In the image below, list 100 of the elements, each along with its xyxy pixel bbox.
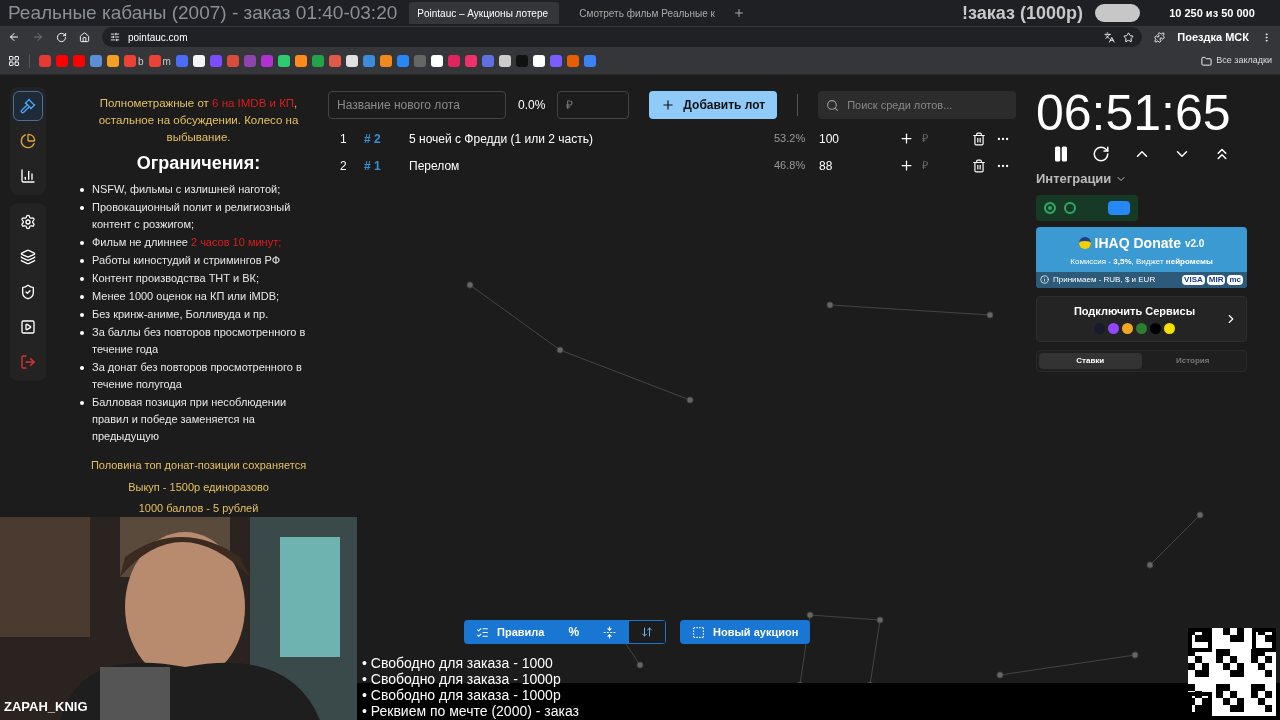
bullet-icon (80, 277, 84, 281)
lot-price-field[interactable]: ₽ (557, 91, 630, 119)
add-lot-button[interactable]: Добавить лот (649, 91, 778, 119)
bookmark-icon[interactable] (430, 55, 443, 67)
bullet-icon (80, 206, 84, 210)
add-amount-icon[interactable] (899, 131, 914, 146)
rule-item: Фильм не длиннее 2 часов 10 минут; (92, 235, 282, 250)
bookmark-star-icon[interactable] (1123, 31, 1135, 43)
sort-button[interactable] (628, 620, 667, 644)
bookmark-icon[interactable] (532, 55, 545, 67)
percent-label: 0.0% (518, 97, 546, 114)
integrations-title[interactable]: Интеграции (1036, 169, 1112, 189)
order-price: !заказ (1000р) (962, 1, 1083, 25)
donate-version: v2.0 (1184, 236, 1205, 251)
delete-icon[interactable] (972, 131, 986, 146)
footer-note: Выкуп - 1500р единоразово (128, 479, 269, 495)
donate-card[interactable]: IHAQ Donate v2.0 Комиссия - 3,5%, Виджет нейромемы Принимаем - RUB, $ и EUR VISA MIR mc (1036, 226, 1247, 288)
bookmark-icon[interactable] (107, 55, 119, 67)
extensions-icon[interactable] (1154, 31, 1166, 43)
address-field[interactable]: pointauc.com (102, 27, 1143, 47)
rule-item: Без кринж-аниме, Болливуда и пр. (92, 307, 269, 322)
bookmark-icon[interactable] (294, 55, 307, 67)
translate-icon[interactable] (1104, 31, 1116, 43)
stream-title: Реальные кабаны (2007) - заказ 01:40-03:20 (8, 0, 398, 25)
new-auction-button[interactable]: Новый аукцион (680, 620, 811, 644)
lot-percent: 46.8% (774, 158, 807, 174)
status-ring-icon[interactable] (1064, 201, 1076, 214)
pause-icon[interactable] (1052, 145, 1070, 163)
panel-tab[interactable]: История (1141, 352, 1244, 369)
rule-item: Работы киностудий и стримингов РФ (92, 253, 281, 268)
connect-services-card[interactable]: Подключить Сервисы (1036, 295, 1247, 342)
search-icon (826, 98, 840, 112)
bullet-icon (80, 366, 84, 370)
fold-icon (603, 625, 617, 639)
lot-name: 5 ночей с Фредди (1 или 2 часть) (409, 130, 594, 148)
search-field[interactable]: Поиск среди лотов... (818, 91, 1016, 119)
rule-item: Балловая позиция при несоблюдении правил и победе заменяется на предыдущую (92, 395, 288, 444)
bookmark-icon[interactable] (345, 55, 358, 67)
delete-icon[interactable] (972, 158, 986, 173)
bullet-icon (80, 295, 84, 299)
list-icon (476, 625, 489, 639)
gavel-icon (20, 98, 36, 114)
rules-heading: Ограничения: (135, 152, 262, 175)
overlay-line: • Реквием по мечте (2000) - заказ (362, 703, 579, 719)
overlay-line: • Свободно для заказа - 1000р (362, 687, 562, 703)
shield-icon (20, 284, 36, 300)
lot-name: Перелом (409, 157, 461, 175)
site-settings-icon[interactable] (110, 32, 120, 42)
apps-icon[interactable] (8, 55, 20, 67)
search-input[interactable]: Поиск среди лотов... (847, 96, 1008, 114)
payment-badge: mc (1227, 274, 1243, 285)
donate-title: IHAQ Donate (1094, 233, 1181, 253)
bookmark-icon[interactable] (277, 55, 290, 67)
settings-icon (20, 214, 36, 230)
browser-tab[interactable]: Pointauc – Аукционы лотере (409, 2, 560, 24)
panel-tab[interactable]: Ставки (1039, 352, 1142, 369)
status-ring-icon[interactable] (1044, 201, 1056, 214)
lot-price-field[interactable]: ₽ (922, 130, 972, 147)
bookmark-icon[interactable] (379, 55, 392, 67)
restart-icon[interactable] (1092, 145, 1111, 163)
new-tab-icon[interactable] (733, 7, 746, 19)
all-bookmarks-link[interactable]: Все закладки (1216, 54, 1272, 68)
lot-index: 1 (339, 130, 348, 148)
home-icon[interactable] (79, 31, 90, 43)
layers-icon (20, 249, 36, 265)
lot-id: # 2 (364, 130, 382, 148)
bullet-icon (80, 241, 84, 245)
rule-item: За баллы без повторов просмотренного в течение года (92, 325, 307, 357)
info-icon (1040, 275, 1049, 284)
folder-icon[interactable] (1201, 55, 1213, 67)
lot-amount: 88 (819, 157, 834, 175)
rules-button[interactable]: Правила (464, 620, 557, 644)
donate-logo-icon (1078, 237, 1091, 249)
qr-code-icon (1188, 628, 1276, 716)
pie-chart-icon (20, 133, 36, 149)
bookmark-icon[interactable] (192, 55, 205, 67)
accepts-text: Принимаем - RUB, $ и EUR (1053, 273, 1156, 286)
browser-tab[interactable]: Смотреть фильм Реальные к (571, 2, 722, 24)
lot-name-field[interactable]: Название нового лота (328, 91, 506, 119)
bar-chart-icon (20, 168, 36, 184)
add-amount-icon[interactable] (899, 158, 914, 173)
intro-text: Полнометражные от 6 на IMDB и КП, остальное на обсуждении. Колесо на выбывание. (98, 97, 299, 143)
overlay-line: • Свободно для заказа - 1000 (362, 655, 554, 671)
bullet-icon (80, 331, 84, 335)
bookmark-icon[interactable] (498, 55, 511, 67)
bookmark-label[interactable]: b (138, 53, 144, 69)
percent-button[interactable]: % (556, 620, 592, 644)
lot-price-field[interactable]: ₽ (922, 157, 972, 174)
reload-icon[interactable] (56, 31, 67, 43)
plus-icon (661, 98, 676, 112)
overlay-line: • Свободно для заказа - 1000р (362, 671, 562, 687)
back-icon[interactable] (8, 31, 20, 43)
rule-item: NSFW, фильмы с излишней наготой; (92, 182, 281, 197)
connect-services-title: Подключить Сервисы (1073, 304, 1196, 320)
lot-percent: 53.2% (774, 131, 807, 147)
lot-amount: 100 (819, 130, 841, 148)
bullet-icon (80, 313, 84, 317)
bookmark-label[interactable]: m (162, 53, 171, 69)
sort-icon (641, 626, 654, 638)
footer-note: 1000 баллов - 5 рублей (138, 501, 259, 516)
